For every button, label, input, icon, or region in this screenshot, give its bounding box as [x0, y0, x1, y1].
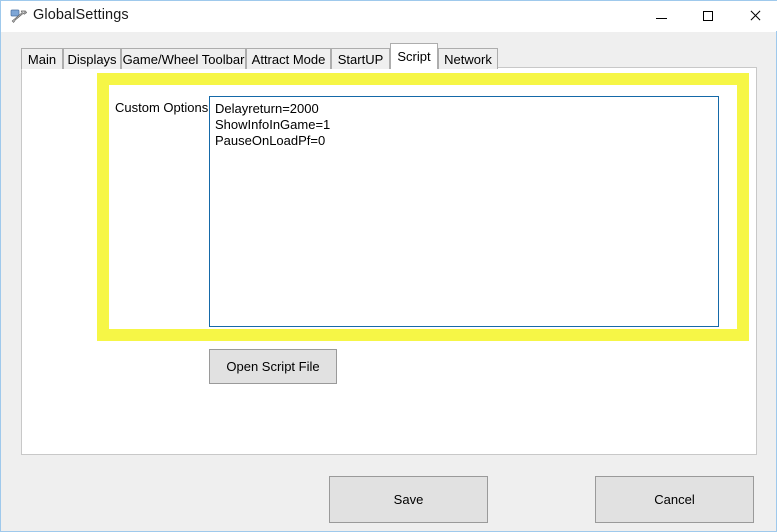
title-bar: GlobalSettings — [1, 1, 776, 32]
custom-options-label: Custom Options — [115, 100, 208, 115]
minimize-icon — [656, 18, 667, 19]
tab-attract-mode[interactable]: Attract Mode — [246, 48, 331, 69]
minimize-button[interactable] — [638, 1, 684, 31]
save-button[interactable]: Save — [329, 476, 488, 523]
tab-displays[interactable]: Displays — [63, 48, 121, 69]
tab-startup[interactable]: StartUP — [331, 48, 390, 69]
tab-script[interactable]: Script — [390, 43, 438, 69]
maximize-button[interactable] — [685, 1, 731, 31]
cancel-button[interactable]: Cancel — [595, 476, 754, 523]
global-settings-window: GlobalSettings Main Displays Game/Wheel … — [0, 0, 777, 532]
window-title: GlobalSettings — [33, 7, 129, 23]
wrench-icon — [10, 8, 28, 26]
open-script-file-button[interactable]: Open Script File — [209, 349, 337, 384]
close-button[interactable] — [732, 1, 777, 31]
custom-options-input[interactable] — [209, 96, 719, 327]
maximize-icon — [703, 11, 713, 21]
tab-main[interactable]: Main — [21, 48, 63, 69]
tab-game-wheel-toolbar[interactable]: Game/Wheel Toolbar — [121, 48, 246, 69]
tab-network[interactable]: Network — [438, 48, 498, 69]
close-icon — [749, 10, 761, 22]
